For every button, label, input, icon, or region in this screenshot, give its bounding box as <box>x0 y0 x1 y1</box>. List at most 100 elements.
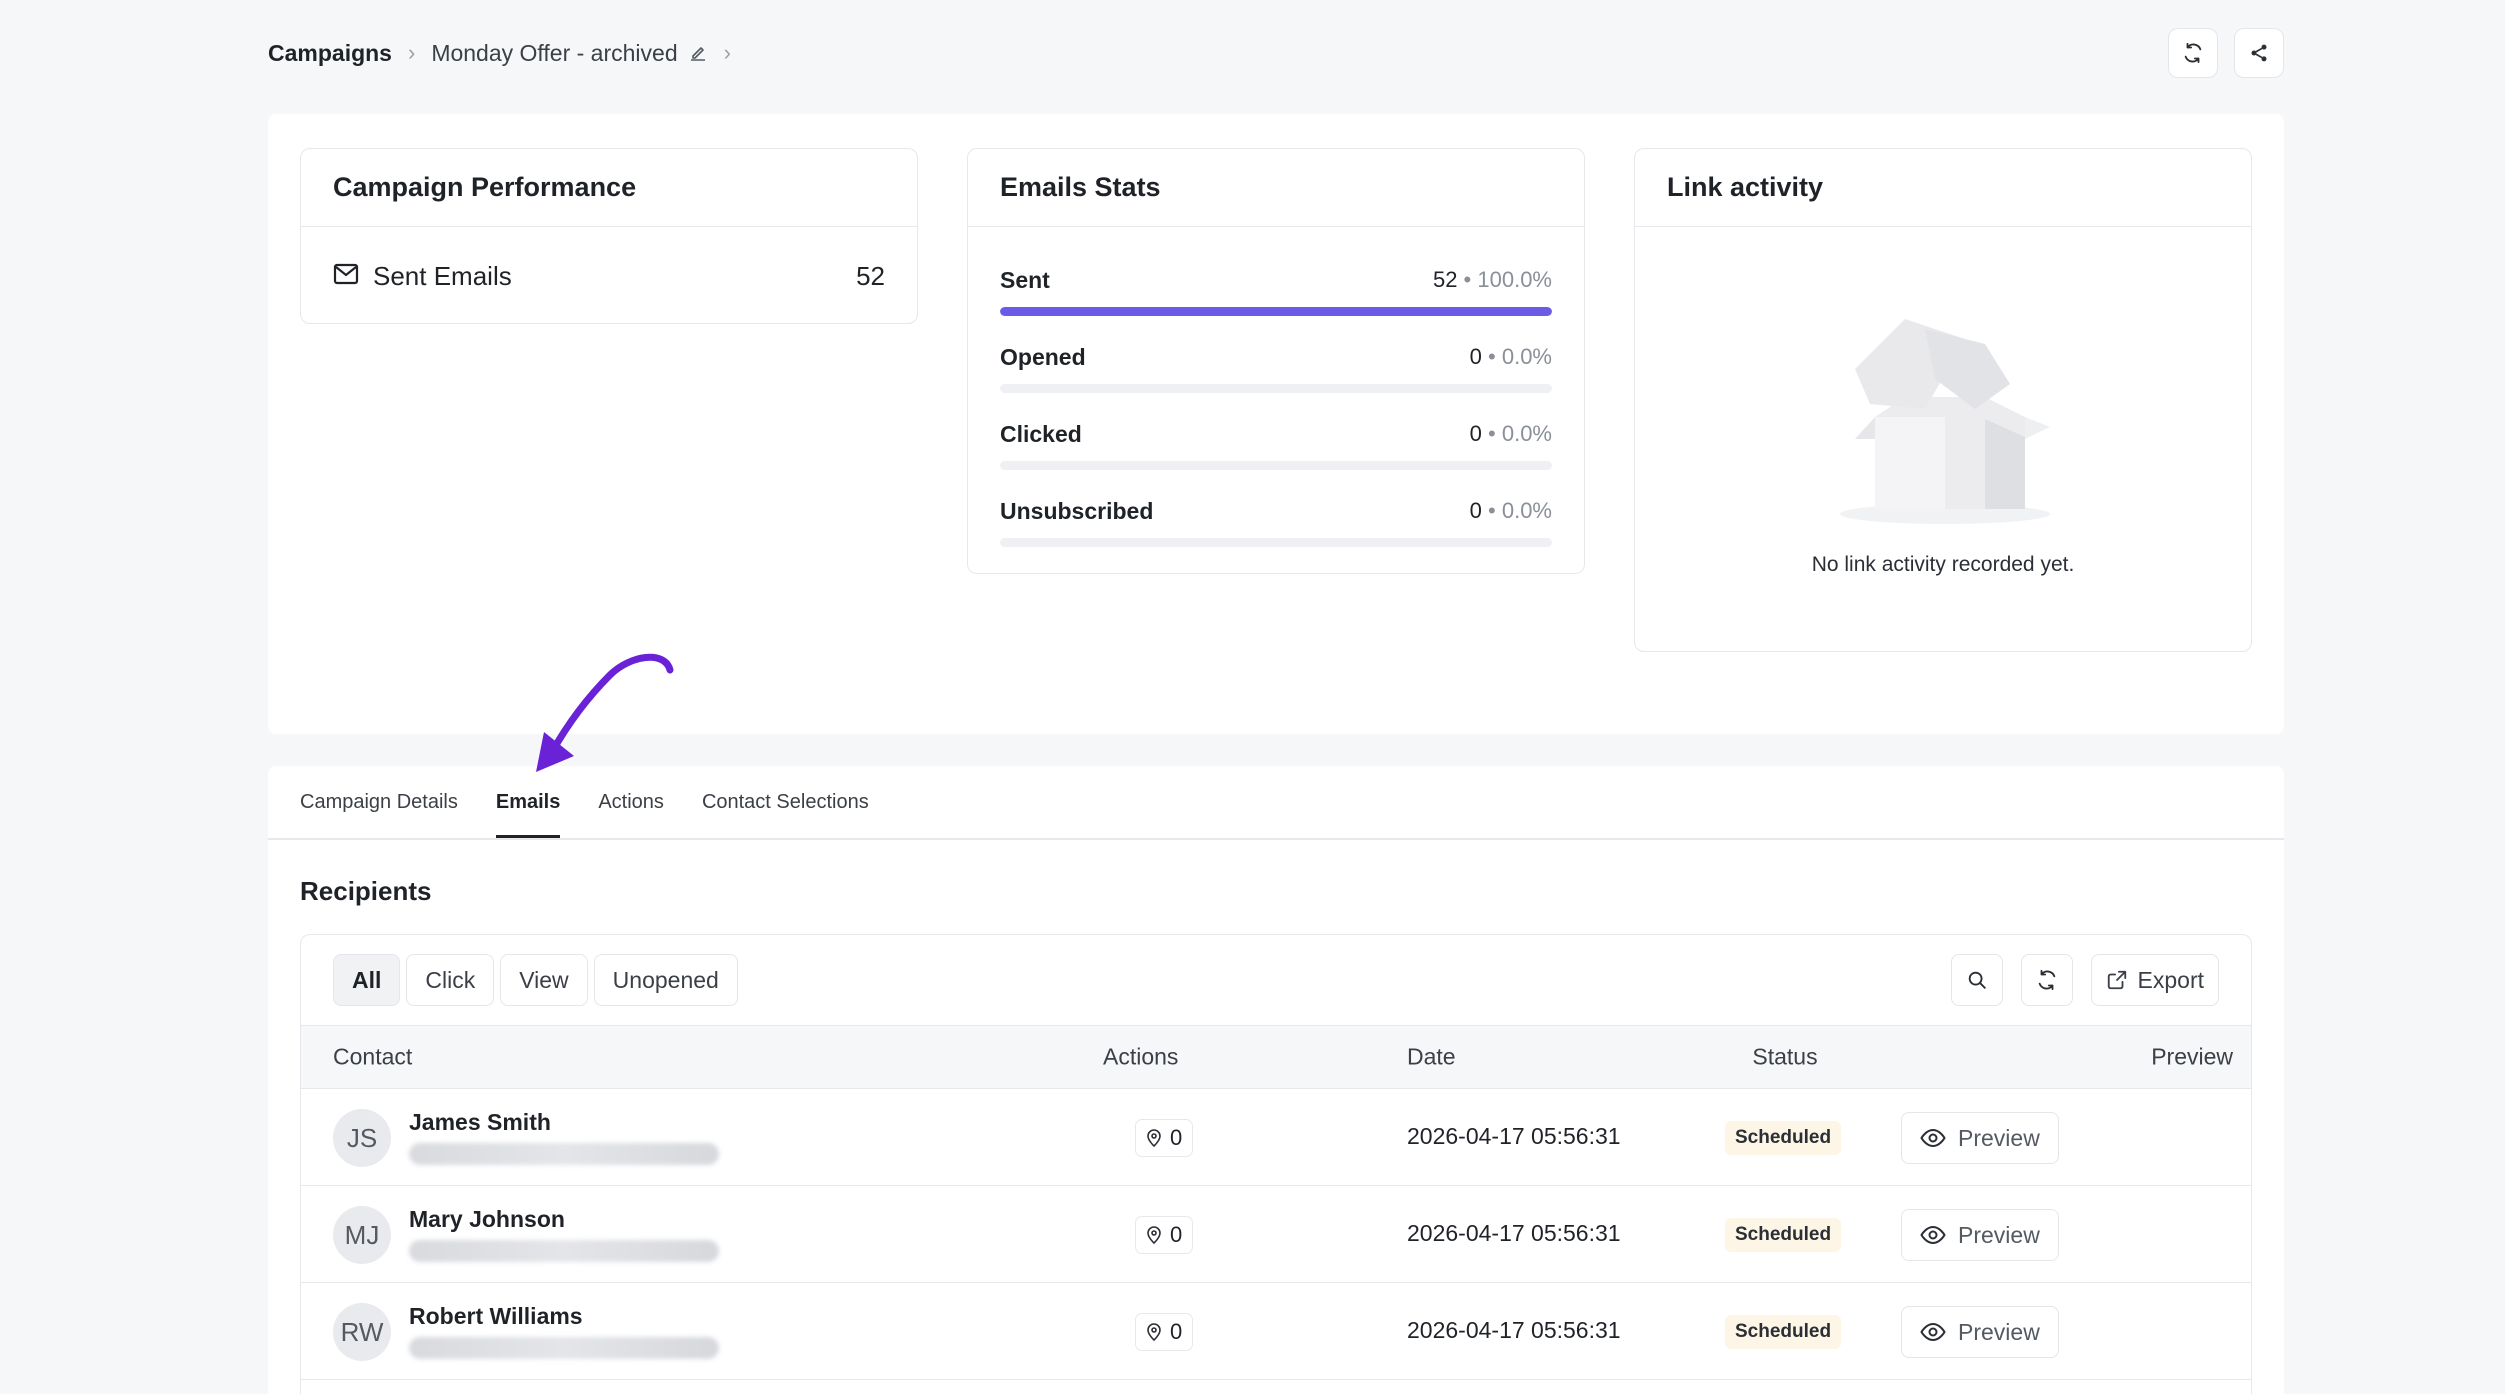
stat-percent: 0.0% <box>1501 344 1552 369</box>
breadcrumb-current: Monday Offer - archived <box>431 39 678 66</box>
details-panel: Campaign Details Emails Actions Contact Sel… <box>268 766 2284 1394</box>
top-bar: Campaigns › Monday Offer - archived › <box>268 28 2284 78</box>
stat-label: Unsubscribed <box>1000 497 1154 524</box>
chevron-right-icon: › <box>723 40 731 65</box>
stat-row-clicked: Clicked 0 • 0.0% <box>968 417 1584 470</box>
contact-name[interactable]: Robert Williams <box>409 1303 583 1330</box>
status-badge: Scheduled <box>1725 1121 1842 1155</box>
stat-label: Clicked <box>1000 420 1082 447</box>
sent-emails-label: Sent Emails <box>373 260 512 291</box>
preview-button[interactable]: Preview <box>1901 1112 2059 1164</box>
empty-box-illustration <box>1835 309 2055 534</box>
location-pin-icon <box>1147 1226 1161 1244</box>
refresh-icon <box>2038 969 2055 991</box>
export-icon <box>2107 970 2126 990</box>
column-header-contact: Contact <box>333 1043 413 1070</box>
stat-count: 0 <box>1469 344 1482 369</box>
progress-bar <box>1000 538 1552 547</box>
filter-click[interactable]: Click <box>406 954 495 1006</box>
stat-count: 52 <box>1432 267 1458 292</box>
actions-count-badge: 0 <box>1135 1216 1194 1254</box>
stat-value: 0 • 0.0% <box>1469 498 1552 523</box>
link-activity-card: Link activity No link activity recorded … <box>1634 148 2252 652</box>
chevron-right-icon: › <box>407 40 416 65</box>
card-title: Emails Stats <box>968 149 1584 227</box>
preview-button[interactable]: Preview <box>1901 1306 2059 1358</box>
actions-count: 0 <box>1170 1125 1183 1150</box>
stat-percent: 100.0% <box>1477 267 1552 292</box>
sent-date: 2026-04-17 05:56:31 <box>1407 1317 1621 1343</box>
avatar: MJ <box>333 1206 391 1264</box>
stat-value: 52 • 100.0% <box>1432 267 1552 292</box>
share-button[interactable] <box>2234 28 2284 78</box>
progress-bar <box>1000 384 1552 393</box>
table-refresh-button[interactable] <box>2020 954 2073 1006</box>
tab-contact-selections[interactable]: Contact Selections <box>702 766 869 838</box>
campaign-performance-card: Campaign Performance Sent Emails 52 <box>300 148 918 324</box>
eye-icon <box>1920 1225 1946 1245</box>
card-title: Link activity <box>1635 149 2251 227</box>
contact-name[interactable]: Mary Johnson <box>409 1206 565 1233</box>
filter-all[interactable]: All <box>333 954 401 1006</box>
column-header-date: Date <box>1407 1043 1456 1070</box>
breadcrumb: Campaigns › Monday Offer - archived › <box>268 40 747 67</box>
preview-button[interactable]: Preview <box>1901 1209 2059 1261</box>
actions-count-badge: 0 <box>1135 1313 1194 1351</box>
divider <box>268 838 2284 840</box>
annotation-arrow <box>536 653 674 772</box>
refresh-button[interactable] <box>2168 28 2218 78</box>
refresh-icon <box>2184 42 2202 64</box>
filter-view[interactable]: View <box>500 954 588 1006</box>
overview-panel: Campaign Performance Sent Emails 52 Emai… <box>268 114 2284 734</box>
stat-count: 0 <box>1469 498 1482 523</box>
share-icon <box>2251 44 2267 62</box>
sent-date: 2026-04-17 05:56:31 <box>1407 1123 1621 1149</box>
pencil-icon[interactable] <box>688 43 708 63</box>
preview-label: Preview <box>1958 1124 2040 1151</box>
search-icon <box>1968 971 1986 989</box>
stat-percent: 0.0% <box>1501 498 1552 523</box>
tab-campaign-details[interactable]: Campaign Details <box>300 766 458 838</box>
card-title: Campaign Performance <box>301 149 917 227</box>
avatar: RW <box>333 1303 391 1361</box>
search-button[interactable] <box>1950 954 2003 1006</box>
preview-label: Preview <box>1958 1318 2040 1345</box>
progress-fill <box>1000 307 1552 316</box>
contact-email-redacted <box>409 1240 719 1262</box>
contact-email-redacted <box>409 1143 719 1165</box>
column-header-status: Status <box>1752 1043 1818 1070</box>
export-button[interactable]: Export <box>2090 954 2219 1006</box>
progress-bar <box>1000 307 1552 316</box>
stat-row-unsubscribed: Unsubscribed 0 • 0.0% <box>968 494 1584 547</box>
table-row: JS James Smith 0 2026-04-17 05:56:31 Schedul… <box>301 1089 2251 1186</box>
stat-value: 0 • 0.0% <box>1469 344 1552 369</box>
stat-percent: 0.0% <box>1501 421 1552 446</box>
column-header-preview: Preview <box>2151 1043 2233 1070</box>
mail-icon <box>333 261 359 292</box>
stat-count: 0 <box>1469 421 1482 446</box>
preview-label: Preview <box>1958 1221 2040 1248</box>
emails-stats-card: Emails Stats Sent 52 • 100.0% Opened 0 • 0.… <box>967 148 1585 574</box>
filter-unopened[interactable]: Unopened <box>593 954 738 1006</box>
status-badge: Scheduled <box>1725 1315 1842 1349</box>
stat-label: Sent <box>1000 266 1050 293</box>
empty-state-text: No link activity recorded yet. <box>1811 553 2075 576</box>
location-pin-icon <box>1147 1323 1161 1341</box>
stat-row-opened: Opened 0 • 0.0% <box>968 340 1584 393</box>
stat-row-sent: Sent 52 • 100.0% <box>968 263 1584 316</box>
table-header: Contact Actions Date Status Preview <box>301 1025 2251 1089</box>
export-label: Export <box>2137 966 2204 993</box>
avatar: JS <box>333 1109 391 1167</box>
breadcrumb-campaigns-link[interactable]: Campaigns <box>268 40 392 67</box>
eye-icon <box>1920 1128 1946 1148</box>
contact-email-redacted <box>409 1337 719 1359</box>
contact-name[interactable]: James Smith <box>409 1109 551 1136</box>
actions-count: 0 <box>1170 1222 1183 1247</box>
status-badge: Scheduled <box>1725 1218 1842 1252</box>
filter-group: All Click View Unopened <box>333 954 738 1006</box>
actions-count-badge: 0 <box>1135 1119 1194 1157</box>
stat-label: Opened <box>1000 343 1086 370</box>
location-pin-icon <box>1147 1129 1161 1147</box>
section-title: Recipients <box>300 876 432 906</box>
actions-count: 0 <box>1170 1319 1183 1344</box>
